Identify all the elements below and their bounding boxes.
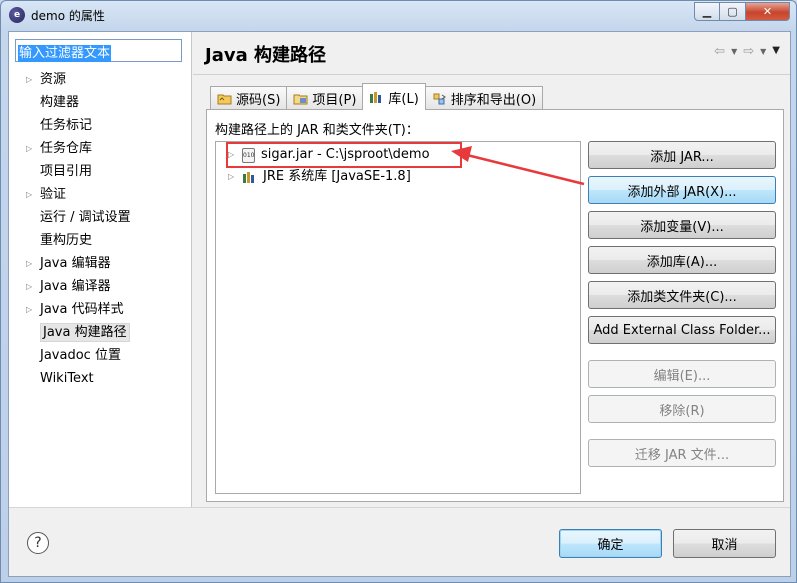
category-item[interactable]: ▷ 任务仓库 [9,137,192,160]
tab-source-label: 源码(S) [236,93,281,108]
add-library-button[interactable]: 添加库(A)... [588,246,776,274]
forward-arrow-icon[interactable]: ⇨ [743,44,754,59]
category-item-label: Javadoc 位置 [40,348,121,363]
category-tree: ▷ 资源构建器任务标记 ▷ 任务仓库项目引用 ▷ 验证运行 / 调试设置 重构历史 ▷ Java… [9,68,192,390]
settings-pane: Java 构建路径 ⇦ ▼ ⇨ ▼ ▼ 源码(S) 项目(P) 库(L) 排序和… [193,32,790,507]
expand-arrow-icon[interactable]: ▷ [26,275,32,298]
category-item-label: Java 构建路径 [40,323,130,342]
category-item[interactable]: ▷ 资源 [9,68,192,91]
category-item[interactable]: Java 构建路径 [9,321,192,344]
category-item[interactable]: 重构历史 [9,229,192,252]
add-class-folder-button[interactable]: 添加类文件夹(C)... [588,281,776,309]
category-item[interactable]: 运行 / 调试设置 [9,206,192,229]
category-item-label: 资源 [40,72,67,87]
expand-arrow-icon[interactable]: ▷ [26,137,32,160]
edit-button[interactable]: 编辑(E)... [588,360,776,388]
caption-buttons: ▁ ▢ ✕ [694,2,790,21]
migrate-jar-button[interactable]: 迁移 JAR 文件... [588,439,776,467]
category-item[interactable]: Javadoc 位置 [9,344,192,367]
tab-source[interactable]: 源码(S) [210,86,288,110]
tab-projects-label: 项目(P) [312,93,357,108]
red-highlight-box [226,142,462,168]
category-item[interactable]: ▷ Java 代码样式 [9,298,192,321]
tree-item-sigar-jar[interactable]: ▷ 010 sigar.jar - C:\jsproot\demo [226,142,462,168]
page-title: Java 构建路径 [205,45,326,66]
title-bar[interactable]: e demo 的属性 ▁ ▢ ✕ [1,1,796,29]
project-icon [293,94,308,105]
expand-arrow-icon[interactable]: ▷ [26,183,32,206]
maximize-button[interactable]: ▢ [720,2,746,21]
jar-list-label: 构建路径上的 JAR 和类文件夹(T)： [215,123,419,138]
jar-class-folder-tree[interactable]: ▷ 010 sigar.jar - C:\jsproot\demo ▷ JRE … [215,141,581,494]
eclipse-icon: e [9,7,25,23]
tab-libraries[interactable]: 库(L) [362,83,426,110]
category-item[interactable]: ▷ Java 编辑器 [9,252,192,275]
history-nav: ⇦ ▼ ⇨ ▼ ▼ [714,44,780,59]
add-jar-button[interactable]: 添加 JAR... [588,141,776,169]
minimize-icon: ▁ [702,5,712,18]
build-path-tabs: 源码(S) 项目(P) 库(L) 排序和导出(O) [210,83,544,110]
expand-arrow-icon[interactable]: ▷ [228,167,236,187]
category-item-label: Java 代码样式 [40,302,124,317]
tab-order-export[interactable]: 排序和导出(O) [424,86,544,110]
category-item-label: 构建器 [40,95,80,110]
category-item[interactable]: 任务标记 [9,114,192,137]
category-item[interactable]: WikiText [9,367,192,390]
category-item-label: Java 编辑器 [40,256,111,271]
category-item-label: 运行 / 调试设置 [40,210,131,225]
minimize-button[interactable]: ▁ [694,2,720,21]
category-item[interactable]: ▷ Java 编译器 [9,275,192,298]
category-item[interactable]: ▷ 验证 [9,183,192,206]
tab-libraries-label: 库(L) [388,91,419,107]
title-divider [193,74,790,75]
expand-arrow-icon[interactable]: ▷ [26,68,32,91]
window-title: demo 的属性 [31,9,105,23]
footer-divider [9,507,790,508]
remove-button[interactable]: 移除(R) [588,395,776,423]
help-button[interactable]: ? [27,532,49,554]
category-item-label: WikiText [40,371,94,386]
back-arrow-icon[interactable]: ⇦ [714,44,725,59]
order-export-icon [433,93,446,105]
expand-arrow-icon[interactable]: ▷ [26,298,32,321]
category-item-label: 任务标记 [40,118,93,133]
properties-dialog: e demo 的属性 ▁ ▢ ✕ 输入过滤器文本 ▷ 资源构建器任务标记 ▷ 任务仓库… [0,0,797,583]
folder-source-icon [217,94,232,105]
add-external-class-folder-button[interactable]: Add External Class Folder... [588,316,776,344]
close-icon: ✕ [762,5,773,18]
tree-item-label: JRE 系统库 [JavaSE-1.8] [263,169,411,184]
ok-button[interactable]: 确定 [559,529,662,558]
libraries-panel: 构建路径上的 JAR 和类文件夹(T)： ▷ 010 sigar.jar - C… [206,109,784,502]
add-variable-button[interactable]: 添加变量(V)... [588,211,776,239]
category-item-label: 项目引用 [40,164,93,179]
category-item-label: Java 编译器 [40,279,111,294]
category-item-label: 验证 [40,187,67,202]
forward-dropdown-icon[interactable]: ▼ [760,47,766,59]
maximize-icon: ▢ [727,5,738,18]
category-item-label: 重构历史 [40,233,93,248]
back-dropdown-icon[interactable]: ▼ [731,47,737,59]
tree-item-jre-library[interactable]: ▷ JRE 系统库 [JavaSE-1.8] [228,167,411,187]
close-button[interactable]: ✕ [746,2,790,21]
filter-input[interactable]: 输入过滤器文本 [15,39,182,62]
add-external-jar-button[interactable]: 添加外部 JAR(X)... [588,176,776,204]
tab-order-export-label: 排序和导出(O) [450,93,537,108]
category-pane: 输入过滤器文本 ▷ 资源构建器任务标记 ▷ 任务仓库项目引用 ▷ 验证运行 / 调试设置重… [9,32,192,507]
cancel-button[interactable]: 取消 [673,529,776,558]
library-icon [243,171,254,183]
category-item-label: 任务仓库 [40,141,93,156]
expand-arrow-icon[interactable]: ▷ [26,252,32,275]
category-item[interactable]: 项目引用 [9,160,192,183]
view-menu-icon[interactable]: ▼ [772,45,780,59]
library-icon [370,91,382,103]
dialog-client: 输入过滤器文本 ▷ 资源构建器任务标记 ▷ 任务仓库项目引用 ▷ 验证运行 / 调试设置重… [8,31,791,577]
category-item[interactable]: 构建器 [9,91,192,114]
filter-input-text: 输入过滤器文本 [18,45,112,62]
tab-projects[interactable]: 项目(P) [286,86,364,110]
